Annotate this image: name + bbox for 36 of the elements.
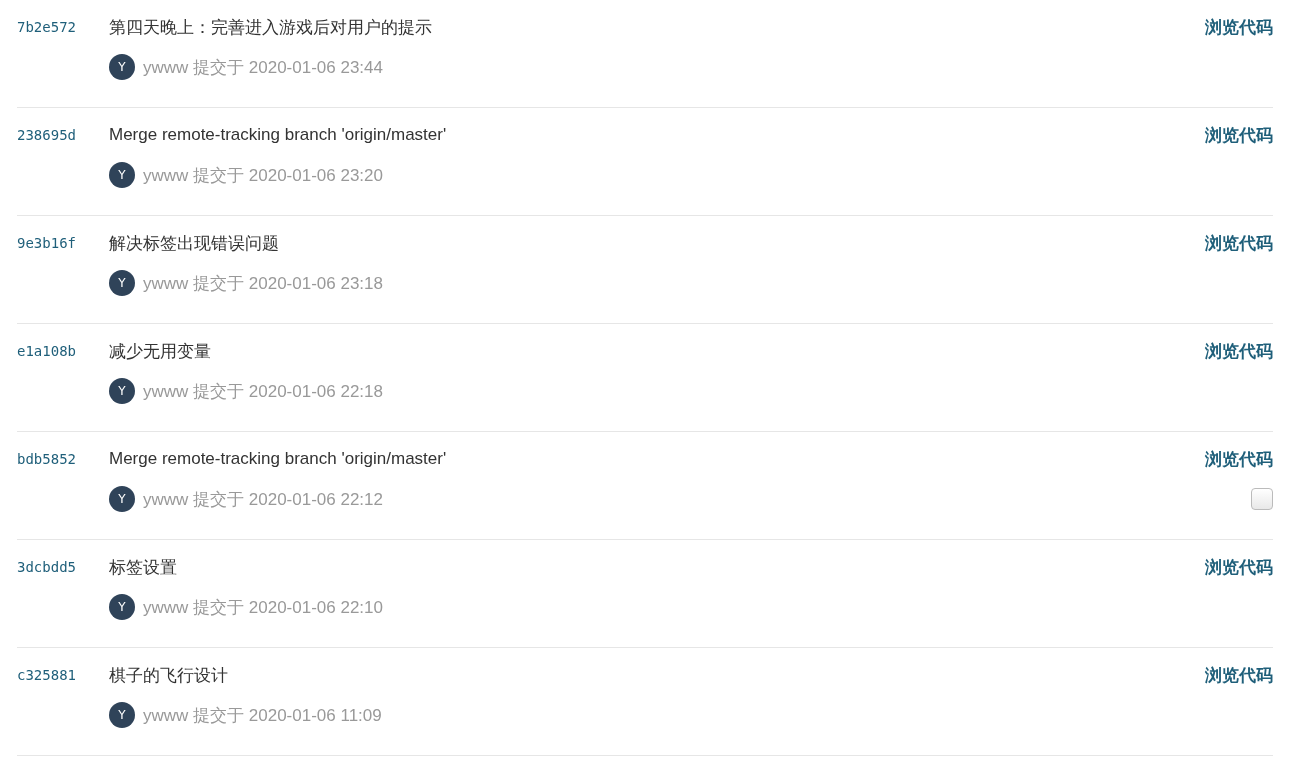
commit-author-time: ywww 提交于 2020-01-06 22:12 [143, 488, 384, 511]
commit-author-time: ywww 提交于 2020-01-06 23:44 [143, 56, 384, 79]
avatar: Y [109, 54, 135, 80]
commit-hash[interactable]: bdb5852 [17, 451, 109, 467]
commit-message: 棋子的飞行设计 [109, 664, 229, 687]
avatar: Y [109, 702, 135, 728]
browse-code-link[interactable]: 浏览代码 [1205, 15, 1273, 39]
commit-author-time: ywww 提交于 2020-01-06 23:20 [143, 164, 384, 187]
browse-code-link[interactable]: 浏览代码 [1205, 123, 1273, 147]
avatar: Y [109, 378, 135, 404]
commit-author-time: ywww 提交于 2020-01-06 11:09 [143, 704, 383, 727]
commit-message: Merge remote-tracking branch 'origin/master' [109, 449, 448, 469]
browse-code-link[interactable]: 浏览代码 [1205, 447, 1273, 471]
commit-hash[interactable]: c325881 [17, 667, 109, 683]
commit-hash[interactable]: e1a108b [17, 343, 109, 359]
browse-code-link[interactable]: 浏览代码 [1205, 339, 1273, 363]
avatar: Y [109, 486, 135, 512]
commit-author-time: ywww 提交于 2020-01-06 23:18 [143, 272, 384, 295]
commit-message: 减少无用变量 [109, 340, 212, 363]
commit-message: 解决标签出现错误问题 [109, 232, 280, 255]
browse-code-link[interactable]: 浏览代码 [1205, 231, 1273, 255]
browse-code-link[interactable]: 浏览代码 [1205, 663, 1273, 687]
avatar: Y [109, 162, 135, 188]
commit-hash[interactable]: 7b2e572 [17, 19, 109, 35]
browse-code-link[interactable]: 浏览代码 [1205, 555, 1273, 579]
commit-hash[interactable]: 3dcbdd5 [17, 559, 109, 575]
avatar: Y [109, 594, 135, 620]
commit-message: Merge remote-tracking branch 'origin/master' [109, 125, 448, 145]
commit-hash[interactable]: 238695d [17, 127, 109, 143]
commit-author-time: ywww 提交于 2020-01-06 22:10 [143, 596, 384, 619]
checkbox[interactable] [1251, 488, 1273, 510]
commit-message: 第四天晚上：完善进入游戏后对用户的提示 [109, 16, 433, 39]
commit-hash[interactable]: 9e3b16f [17, 235, 109, 251]
commit-author-time: ywww 提交于 2020-01-06 22:18 [143, 380, 384, 403]
commit-message: 标签设置 [109, 556, 178, 579]
avatar: Y [109, 270, 135, 296]
